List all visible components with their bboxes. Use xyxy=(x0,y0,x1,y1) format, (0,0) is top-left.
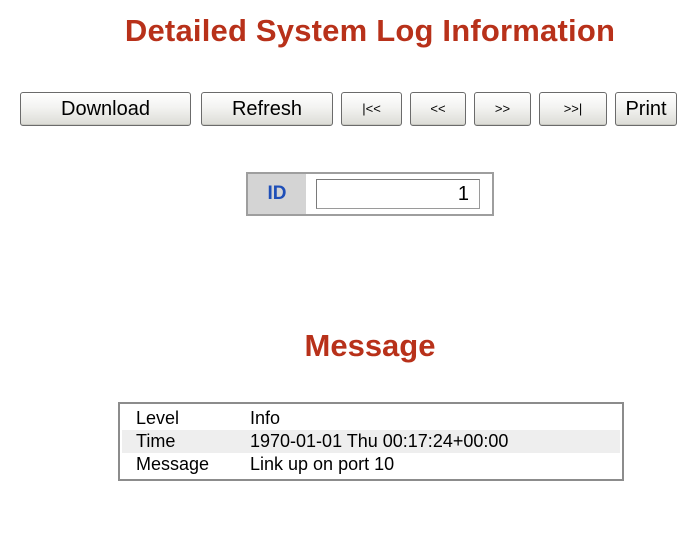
last-page-button[interactable]: >>| xyxy=(539,92,607,126)
page-title: Detailed System Log Information xyxy=(124,13,616,48)
previous-page-button[interactable]: << xyxy=(410,92,466,126)
download-button[interactable]: Download xyxy=(20,92,191,126)
id-input[interactable] xyxy=(316,179,480,209)
id-box: ID xyxy=(246,172,494,216)
print-button[interactable]: Print xyxy=(615,92,677,126)
table-row: Time 1970-01-01 Thu 00:17:24+00:00 xyxy=(122,430,620,453)
refresh-button[interactable]: Refresh xyxy=(201,92,333,126)
table-row: Message Link up on port 10 xyxy=(122,453,620,476)
section-title: Message xyxy=(304,328,436,363)
row-key: Level xyxy=(136,408,180,428)
table-row: Level Info xyxy=(122,407,620,430)
row-key: Message xyxy=(136,454,210,474)
row-value: Info xyxy=(250,408,281,428)
next-page-button[interactable]: >> xyxy=(474,92,531,126)
row-key: Time xyxy=(136,431,176,451)
row-value: Link up on port 10 xyxy=(250,454,395,474)
id-label: ID xyxy=(248,174,306,214)
row-value: 1970-01-01 Thu 00:17:24+00:00 xyxy=(250,431,509,451)
first-page-button[interactable]: |<< xyxy=(341,92,402,126)
message-table: Level Info Time 1970-01-01 Thu 00:17:24+… xyxy=(118,402,624,481)
